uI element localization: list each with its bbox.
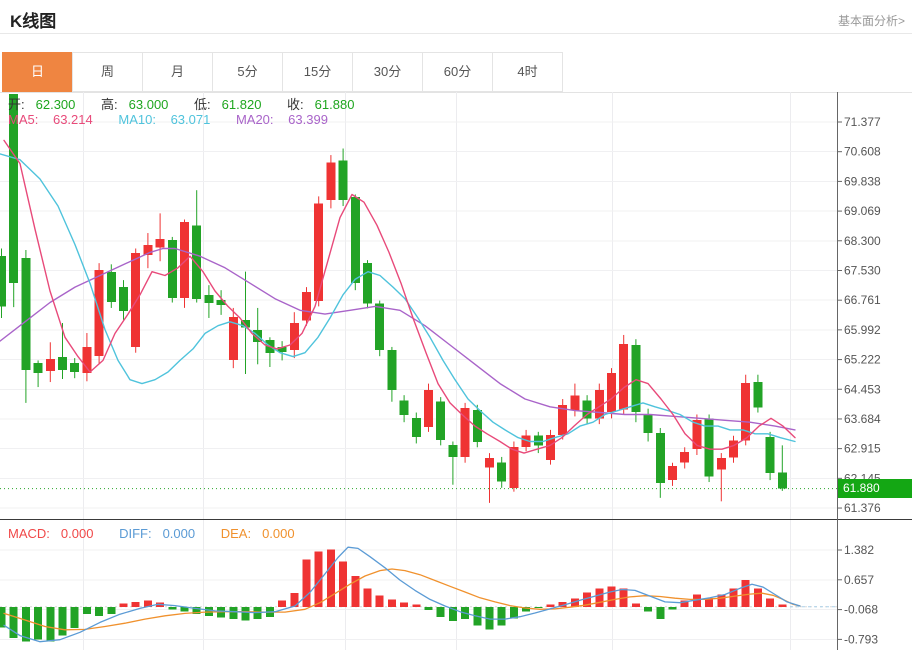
tab-5min[interactable]: 5分 — [212, 52, 283, 92]
diff-value: 0.000 — [163, 526, 196, 541]
macd-axis-label: -0.793 — [844, 632, 878, 646]
price-axis-label: 66.761 — [844, 293, 881, 307]
ma10-label: MA10: — [118, 112, 156, 127]
price-axis-label: 63.684 — [844, 412, 881, 426]
macd-axis-label: -0.068 — [844, 603, 878, 617]
current-price-badge: 61.880 — [838, 479, 912, 498]
price-axis-label: 62.915 — [844, 442, 881, 456]
ma-readout: MA5: 63.214 MA10: 63.071 MA20: 63.399 — [8, 112, 350, 127]
ma10-value: 63.071 — [171, 112, 211, 127]
price-axis-label: 69.838 — [844, 174, 881, 188]
open-label: 开: — [8, 97, 25, 112]
tab-day[interactable]: 日 — [2, 52, 73, 92]
dea-label: DEA: — [221, 526, 251, 541]
page-title: K线图 — [10, 7, 56, 32]
interval-tabbar: 日 周 月 5分 15分 30分 60分 4时 — [2, 52, 563, 92]
price-axis-label: 69.069 — [844, 204, 881, 218]
high-label: 高: — [101, 97, 118, 112]
fundamental-analysis-link[interactable]: 基本面分析> — [838, 12, 905, 29]
price-axis-label: 65.222 — [844, 353, 881, 367]
tab-30min[interactable]: 30分 — [352, 52, 423, 92]
low-value: 61.820 — [222, 97, 262, 112]
ma5-label: MA5: — [8, 112, 38, 127]
macd-axis-label: 1.382 — [844, 543, 874, 557]
close-value: 61.880 — [315, 97, 355, 112]
tab-15min[interactable]: 15分 — [282, 52, 353, 92]
close-label: 收: — [287, 97, 304, 112]
tab-60min[interactable]: 60分 — [422, 52, 493, 92]
ma20-value: 63.399 — [288, 112, 328, 127]
macd-axis-label: 0.657 — [844, 573, 874, 587]
price-axis-label: 71.377 — [844, 115, 881, 129]
price-axis-label: 65.992 — [844, 323, 881, 337]
macd-value: 0.000 — [61, 526, 94, 541]
ma20-label: MA20: — [236, 112, 274, 127]
price-axis-label: 61.376 — [844, 501, 881, 515]
tab-week[interactable]: 周 — [72, 52, 143, 92]
high-value: 63.000 — [129, 97, 169, 112]
price-axis-label: 67.530 — [844, 263, 881, 277]
kline-chart-area[interactable]: 71.377 70.608 69.838 69.069 68.300 67.530 66.7… — [0, 92, 912, 650]
header-divider — [0, 33, 912, 34]
macd-label: MACD: — [8, 526, 50, 541]
open-value: 62.300 — [36, 97, 76, 112]
low-label: 低: — [194, 97, 211, 112]
ma5-value: 63.214 — [53, 112, 93, 127]
price-axis-label: 68.300 — [844, 234, 881, 248]
tab-month[interactable]: 月 — [142, 52, 213, 92]
ohlc-readout: 开: 62.300 高: 63.000 低: 61.820 收: 61.880 — [8, 94, 376, 113]
dea-value: 0.000 — [262, 526, 295, 541]
macd-readout: MACD: 0.000 DIFF: 0.000 DEA: 0.000 — [8, 526, 317, 541]
price-axis-label: 70.608 — [844, 145, 881, 159]
diff-label: DIFF: — [119, 526, 152, 541]
tab-4hour[interactable]: 4时 — [492, 52, 563, 92]
candlestick-macd-chart[interactable]: 71.377 70.608 69.838 69.069 68.300 67.530 66.7… — [0, 92, 912, 650]
price-axis-label: 64.453 — [844, 382, 881, 396]
